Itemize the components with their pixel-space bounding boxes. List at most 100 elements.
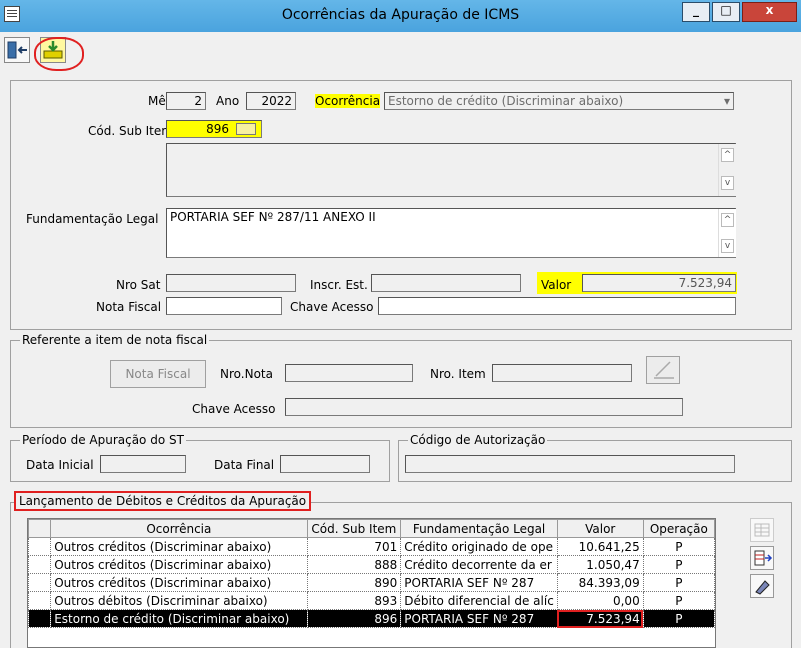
cell-ocorrencia: Outros débitos (Discriminar abaixo) [50,591,308,610]
lancamento-table: Ocorrência Cód. Sub Item Fundamentação L… [28,519,715,628]
annotation-circle [34,37,84,71]
exit-door-icon [7,41,27,59]
data-final-field[interactable] [280,455,370,473]
cell-fund: PORTARIA SEF Nº 287 [400,573,558,592]
descricao-scrollbar[interactable]: ^ v [718,144,736,196]
nota-fiscal-label: Nota Fiscal [96,300,162,314]
cell-op: P [642,609,715,628]
lookup-button[interactable] [236,123,256,135]
insert-button[interactable] [750,546,774,570]
table-icon [754,523,770,537]
row-indicator [28,591,52,610]
chave-acesso-label: Chave Acesso [290,300,374,314]
table-row-selected[interactable]: Estorno de crédito (Discriminar abaixo) … [28,609,715,628]
cell-valor: 10.641,25 [556,537,644,556]
cell-fund: Crédito decorrente da er [400,555,558,574]
inscr-est-field[interactable] [371,274,521,292]
fundamentacao-label: Fundamentação Legal [26,212,159,226]
toolbar [0,32,801,74]
codigo-autorizacao-title: Código de Autorização [408,433,548,447]
window-title: Ocorrências da Apuração de ICMS [281,7,520,23]
row-indicator [28,537,52,556]
scroll-up-icon[interactable]: ^ [721,213,734,227]
mes-field[interactable]: 2 [166,92,206,110]
insert-row-icon [754,550,773,566]
ocorrencia-label: Ocorrência [315,94,381,108]
cell-ocorrencia: Estorno de crédito (Discriminar abaixo) [50,609,308,628]
referente-chave-acesso-label: Chave Acesso [192,402,276,416]
cell-op: P [642,573,715,592]
scroll-up-icon[interactable]: ^ [721,148,734,162]
table-view-button[interactable] [750,518,774,542]
referente-group-title: Referente a item de nota fiscal [20,333,210,347]
cell-valor: 1.050,47 [556,555,644,574]
cell-cod: 890 [306,573,402,592]
row-indicator [28,573,52,592]
cell-fund: Crédito originado de ope [400,537,558,556]
column-header-cod-sub-item[interactable]: Cód. Sub Item [306,519,402,538]
row-indicator [28,555,52,574]
cell-valor: 7.523,94 [556,609,644,628]
cell-valor: 84.393,09 [556,573,644,592]
scroll-down-icon[interactable]: v [721,176,734,190]
scroll-down-icon[interactable]: v [721,239,734,253]
nro-item-label: Nro. Item [430,367,486,381]
row-indicator [28,609,52,628]
exit-button[interactable] [4,37,30,63]
descricao-textarea[interactable] [166,143,736,197]
periodo-group-title: Período de Apuração do ST [20,433,186,447]
table-row[interactable]: Outros créditos (Discriminar abaixo) 890… [28,573,715,592]
cell-ocorrencia: Outros créditos (Discriminar abaixo) [50,555,308,574]
cell-valor: 0,00 [556,591,644,610]
cell-fund: PORTARIA SEF Nº 287 [400,609,558,628]
nro-nota-field[interactable] [285,364,413,382]
cell-cod: 896 [306,609,402,628]
nota-fiscal-field[interactable] [166,297,282,315]
chave-acesso-field[interactable] [378,297,736,315]
data-inicial-field[interactable] [100,455,186,473]
column-header-valor[interactable]: Valor [556,519,644,538]
nro-nota-label: Nro.Nota [220,367,273,381]
referente-chave-acesso-field[interactable] [285,398,683,416]
column-header-operacao[interactable]: Operação [642,519,715,538]
minimize-button[interactable]: _ [682,2,710,22]
lancamento-grid[interactable]: Ocorrência Cód. Sub Item Fundamentação L… [27,518,716,648]
valor-field[interactable]: 7.523,94 [582,274,736,292]
lancamento-group-title: Lançamento de Débitos e Créditos da Apur… [14,491,312,511]
table-row[interactable]: Outros créditos (Discriminar abaixo) 888… [28,555,715,574]
column-header-ocorrencia[interactable]: Ocorrência [50,519,308,538]
edit-item-button[interactable] [646,356,680,384]
pencil-icon [654,361,674,379]
table-row[interactable]: Outros débitos (Discriminar abaixo) 893 … [28,591,715,610]
cod-sub-item-label: Cód. Sub Item [88,124,173,138]
ano-field[interactable]: 2022 [246,92,296,110]
cell-ocorrencia: Outros créditos (Discriminar abaixo) [50,537,308,556]
nota-fiscal-button[interactable]: Nota Fiscal [110,360,206,388]
cell-op: P [642,537,715,556]
row-indicator-header [28,519,52,538]
title-bar: Ocorrências da Apuração de ICMS _ □ x [0,0,801,32]
inscr-est-label: Inscr. Est. [310,278,368,292]
chevron-down-icon: ▾ [723,94,730,108]
data-final-label: Data Final [214,458,275,472]
erase-button[interactable] [750,574,774,598]
codigo-autorizacao-field[interactable] [405,455,735,473]
fundamentacao-textarea[interactable]: PORTARIA SEF Nº 287/11 ANEXO II [166,208,736,258]
cell-cod: 888 [306,555,402,574]
ano-label: Ano [216,94,240,108]
table-row[interactable]: Outros créditos (Discriminar abaixo) 701… [28,537,715,556]
nro-sat-label: Nro Sat [116,278,161,292]
cell-fund: Débito diferencial de alíc [400,591,558,610]
cell-op: P [642,591,715,610]
data-inicial-label: Data Inicial [26,458,94,472]
ocorrencia-select[interactable]: Estorno de crédito (Discriminar abaixo) … [384,92,734,110]
fundamentacao-scrollbar[interactable]: ^ v [718,209,736,257]
maximize-button[interactable]: □ [712,2,740,22]
close-button[interactable]: x [742,2,797,22]
column-header-fundamentacao[interactable]: Fundamentação Legal [400,519,558,538]
nro-item-field[interactable] [492,364,632,382]
cell-ocorrencia: Outros créditos (Discriminar abaixo) [50,573,308,592]
nro-sat-field[interactable] [166,274,296,292]
eraser-icon [755,580,770,595]
ocorrencia-value: Estorno de crédito (Discriminar abaixo) [388,94,624,108]
